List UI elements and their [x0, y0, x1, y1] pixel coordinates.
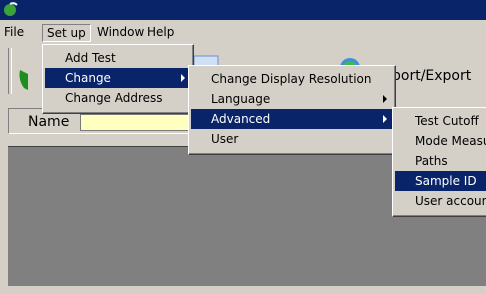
- menu-bar: File Set up Window Help: [0, 20, 486, 44]
- menu-item-sample-id[interactable]: Sample ID: [395, 171, 486, 191]
- toolbar-grip: [8, 48, 12, 94]
- menu-item-label: Test Cutoff: [415, 114, 479, 128]
- menu-item-label: Advanced: [211, 112, 271, 126]
- menu-item-label: Sample ID: [415, 174, 477, 188]
- setup-menu: Add Test Change Change Address: [42, 44, 194, 114]
- menu-item-test-cutoff[interactable]: Test Cutoff: [395, 111, 486, 131]
- menu-item-add-test[interactable]: Add Test: [45, 48, 191, 68]
- submenu-arrow-icon: [383, 115, 387, 123]
- import-export-label[interactable]: port/Export: [392, 68, 471, 84]
- menu-item-label: Mode Measu: [415, 134, 486, 148]
- menu-item-paths[interactable]: Paths: [395, 151, 486, 171]
- menu-item-label: Paths: [415, 154, 448, 168]
- menu-item-label: User: [211, 132, 239, 146]
- menu-item-language[interactable]: Language: [191, 89, 393, 109]
- change-submenu: Change Display Resolution Language Advan…: [188, 65, 396, 155]
- menu-window[interactable]: Window: [93, 24, 148, 42]
- menu-item-label: User accoun: [415, 194, 486, 208]
- menu-item-label: Change: [65, 71, 111, 85]
- title-bar: [0, 0, 486, 20]
- name-input[interactable]: [80, 114, 190, 131]
- menu-item-advanced[interactable]: Advanced: [191, 109, 393, 129]
- name-label: Name: [28, 114, 70, 130]
- menu-item-label: Change Address: [65, 91, 163, 105]
- menu-item-user[interactable]: User: [191, 129, 393, 149]
- menu-item-label: Language: [211, 92, 271, 106]
- app-logo-icon: [4, 2, 18, 16]
- menu-item-label: Add Test: [65, 51, 116, 65]
- menu-item-mode-measure[interactable]: Mode Measu: [395, 131, 486, 151]
- menu-item-label: Change Display Resolution: [211, 72, 372, 86]
- submenu-arrow-icon: [181, 74, 185, 82]
- menu-item-change-display-resolution[interactable]: Change Display Resolution: [191, 69, 393, 89]
- menu-item-user-accounts[interactable]: User accoun: [395, 191, 486, 211]
- submenu-arrow-icon: [383, 95, 387, 103]
- menu-setup[interactable]: Set up: [42, 24, 91, 42]
- menu-item-change[interactable]: Change: [45, 68, 191, 88]
- advanced-submenu: Test Cutoff Mode Measu Paths Sample ID U…: [392, 107, 486, 217]
- menu-file[interactable]: File: [0, 24, 28, 42]
- add-test-icon[interactable]: [16, 66, 40, 92]
- menu-item-change-address[interactable]: Change Address: [45, 88, 191, 108]
- menu-help[interactable]: Help: [143, 24, 178, 42]
